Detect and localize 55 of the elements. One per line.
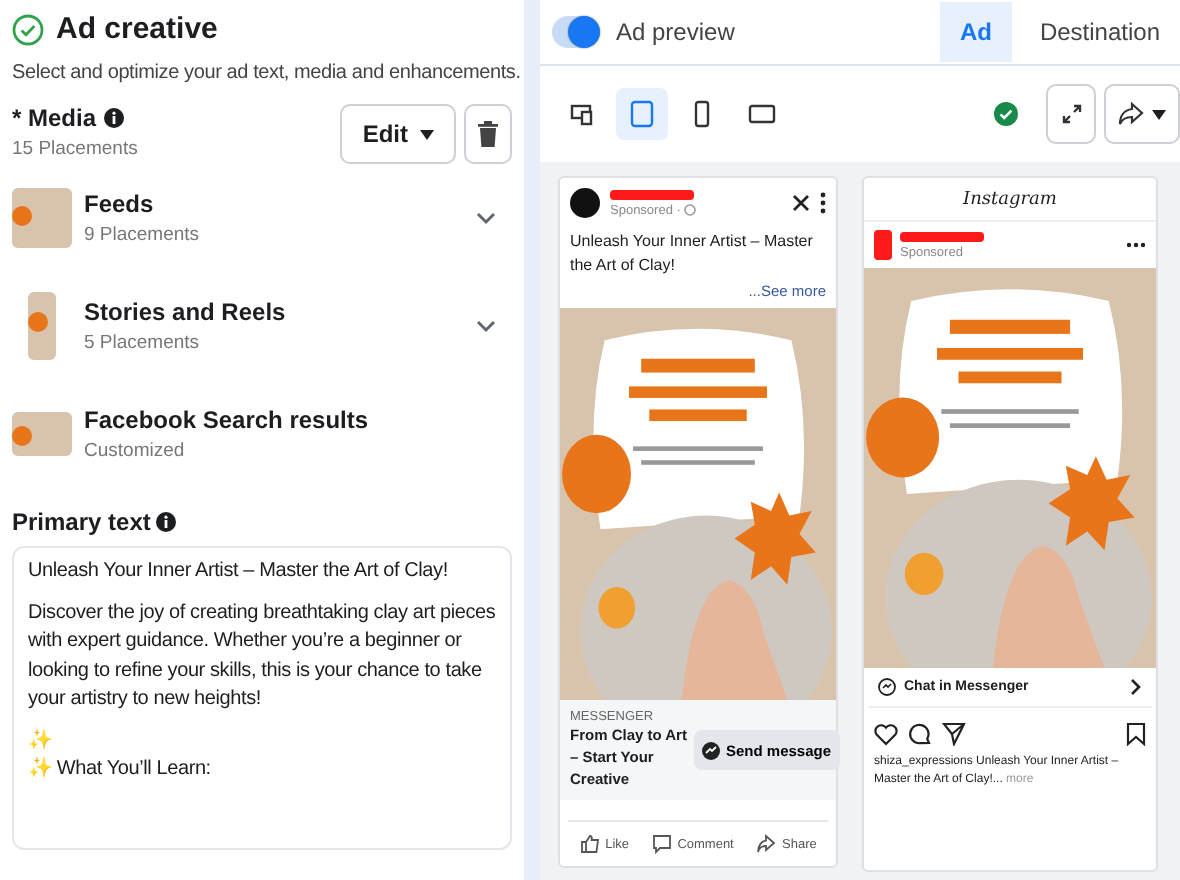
desktop-icon	[748, 102, 776, 126]
info-icon[interactable]	[104, 108, 125, 128]
ad-text: Unleash Your Inner Artist – Master the Art of Clay!	[570, 230, 815, 278]
preview-toggle[interactable]	[552, 16, 600, 48]
share-icon	[1118, 102, 1144, 126]
media-label: * Media	[12, 104, 97, 132]
redacted-name-bar	[610, 189, 694, 199]
more-options-icon[interactable]	[1126, 242, 1146, 248]
expand-icon	[1061, 104, 1081, 124]
ad-thumbnail	[12, 188, 72, 248]
page-avatar	[570, 188, 600, 218]
share-dropdown-button[interactable]	[1104, 84, 1180, 144]
redacted-avatar	[874, 230, 892, 260]
caret-down-icon	[1152, 109, 1166, 119]
ad-thumbnail	[12, 412, 72, 456]
bookmark-icon[interactable]	[1126, 722, 1146, 746]
phone-icon	[692, 100, 712, 128]
close-icon[interactable]	[792, 194, 810, 212]
thumbs-up-icon	[579, 834, 600, 854]
placement-count: 15 Placements	[12, 138, 138, 160]
edit-dropdown-button[interactable]: Edit	[340, 104, 456, 164]
placement-name: Stories and Reels	[84, 298, 288, 326]
info-icon[interactable]	[156, 512, 177, 532]
messenger-icon	[878, 678, 896, 696]
primary-text-label: Primary text	[12, 508, 151, 536]
expand-button[interactable]	[1046, 84, 1096, 144]
caret-down-icon	[420, 129, 434, 139]
globe-icon	[684, 204, 697, 216]
placement-name: Feeds	[84, 190, 156, 218]
chevron-right-icon	[1130, 678, 1142, 696]
section-title: Ad creative	[56, 12, 218, 46]
chevron-down-icon[interactable]	[476, 211, 496, 225]
more-options-icon[interactable]	[820, 192, 826, 214]
send-icon[interactable]	[942, 722, 966, 746]
chevron-down-icon[interactable]	[476, 319, 496, 333]
preview-tab[interactable]: Ad	[939, 2, 1012, 62]
multi-device-icon	[570, 102, 594, 126]
trash-icon	[476, 120, 500, 148]
comment-icon	[651, 834, 672, 854]
primary-text-field[interactable]: Unleash Your Inner Artist – Master the Art of Clay! Discover the joy of creating breathtaking clay art pieces with expert guidance. Whether you’re a beginner or looking to refine your skills, this is your chance to take your artistry to new heights! ✨ ✨ What You’ll Learn:	[12, 546, 512, 850]
heart-icon[interactable]	[874, 723, 898, 745]
messenger-icon	[702, 741, 720, 759]
delete-button[interactable]	[464, 104, 512, 164]
placement-name: Facebook Search results	[84, 406, 371, 434]
preview-tab[interactable]: Destination	[1019, 2, 1180, 62]
placement-detail: 9 Placements	[84, 224, 202, 246]
redacted-name-bar	[900, 231, 984, 241]
comment-icon[interactable]	[908, 722, 932, 746]
placement-detail: Customized	[84, 440, 187, 462]
instagram-wordmark: Instagram	[864, 178, 1156, 222]
share-icon	[756, 834, 777, 854]
ad-thumbnail	[28, 292, 56, 360]
tablet-icon	[630, 100, 654, 128]
preview-label: Ad preview	[616, 18, 735, 46]
placement-detail: 5 Placements	[84, 332, 202, 354]
